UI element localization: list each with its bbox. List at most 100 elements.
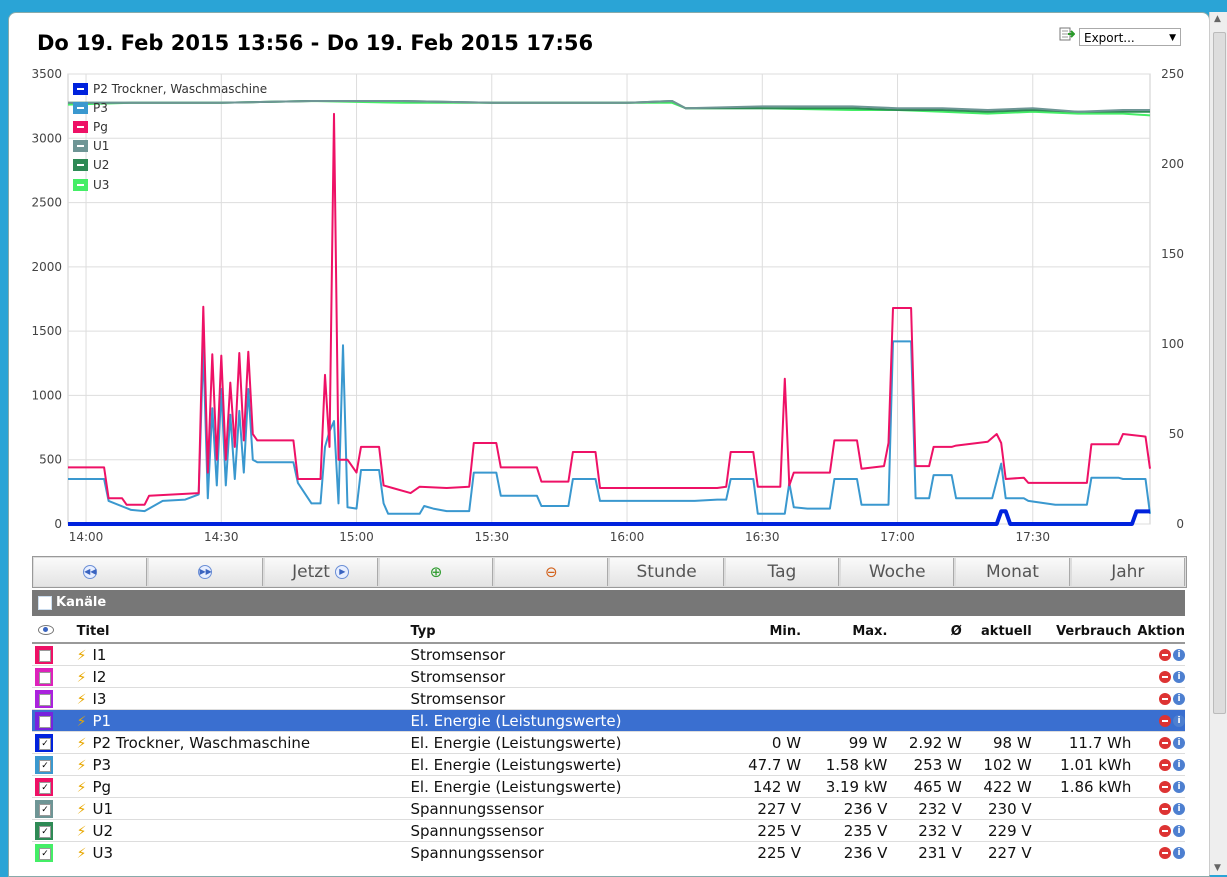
channel-max xyxy=(807,665,894,688)
scroll-down-icon[interactable]: ▼ xyxy=(1214,863,1221,873)
channel-aktuell: 229 V xyxy=(967,819,1038,842)
delete-icon[interactable] xyxy=(1159,781,1171,793)
table-row[interactable]: ⚡ P1 El. Energie (Leistungswerte) i xyxy=(32,709,1185,732)
channel-actions: i xyxy=(1137,819,1185,842)
delete-icon[interactable] xyxy=(1159,671,1171,683)
channel-verbrauch xyxy=(1037,841,1138,863)
range-hour-button[interactable]: Stunde xyxy=(610,558,724,586)
channel-avg: 2.92 W xyxy=(893,731,968,754)
nav-back-button[interactable]: ◀◀ xyxy=(34,558,148,586)
channel-checkbox[interactable]: ✓ xyxy=(39,847,51,860)
y-left-tick-label: 1000 xyxy=(31,388,62,402)
channel-max: 1.58 kW xyxy=(807,753,894,776)
visibility-header xyxy=(32,620,77,643)
channel-color-swatch xyxy=(35,689,53,708)
lightning-icon: ⚡ xyxy=(76,823,87,840)
channel-verbrauch xyxy=(1037,819,1138,842)
table-row[interactable]: ✓ ⚡ U1 Spannungssensor 227 V 236 V 232 V 230 V i xyxy=(32,797,1185,820)
table-row[interactable]: ✓ ⚡ Pg El. Energie (Leistungswerte) 142 W 3.1… xyxy=(32,775,1185,798)
channel-checkbox[interactable] xyxy=(39,715,51,728)
channels-title: Kanäle xyxy=(56,595,107,610)
channel-visibility-cell: ✓ xyxy=(32,775,77,798)
channel-checkbox[interactable]: ✓ xyxy=(39,781,51,794)
legend-item[interactable]: P3 xyxy=(73,98,267,117)
header-min[interactable]: Min. xyxy=(728,620,807,643)
channel-max: 236 V xyxy=(807,797,894,820)
range-day-button[interactable]: Tag xyxy=(725,558,840,586)
channel-title: P3 xyxy=(92,755,112,774)
channel-title: I1 xyxy=(92,645,107,664)
info-icon[interactable]: i xyxy=(1173,759,1185,771)
channel-checkbox[interactable]: ✓ xyxy=(39,825,51,838)
export-select-value: Export... xyxy=(1084,31,1135,45)
delete-icon[interactable] xyxy=(1159,759,1171,771)
eye-icon xyxy=(38,624,54,635)
info-icon[interactable]: i xyxy=(1173,693,1185,705)
delete-icon[interactable] xyxy=(1159,847,1171,859)
channel-title: P1 xyxy=(92,711,112,730)
header-max[interactable]: Max. xyxy=(807,620,893,643)
table-row[interactable]: ✓ ⚡ P3 El. Energie (Leistungswerte) 47.7 W 1.… xyxy=(32,753,1185,776)
channel-checkbox[interactable] xyxy=(39,649,51,662)
legend-item[interactable]: U2 xyxy=(73,156,267,175)
table-row[interactable]: ⚡ I1 Stromsensor i xyxy=(32,642,1185,666)
channel-title: I3 xyxy=(92,689,107,708)
channel-min: 142 W xyxy=(727,775,808,798)
zoom-in-button[interactable]: ⊕ xyxy=(379,558,494,586)
x-tick-label: 15:30 xyxy=(474,530,509,544)
info-icon[interactable]: i xyxy=(1173,847,1185,859)
header-avg[interactable]: Ø xyxy=(893,620,967,643)
table-row[interactable]: ⚡ I2 Stromsensor i xyxy=(32,665,1185,688)
delete-icon[interactable] xyxy=(1159,693,1171,705)
channel-checkbox[interactable]: ✓ xyxy=(39,803,51,816)
channels-table-body: ⚡ I1 Stromsensor i ⚡ I2 Stromsensor i ⚡ I3 Stromse… xyxy=(32,642,1185,863)
delete-icon[interactable] xyxy=(1159,737,1171,749)
channel-checkbox[interactable]: ✓ xyxy=(39,737,51,750)
legend-item[interactable]: P2 Trockner, Waschmaschine xyxy=(73,79,267,98)
channel-checkbox[interactable] xyxy=(39,671,51,684)
y-left-tick-label: 3500 xyxy=(31,67,62,81)
export-select[interactable]: Export... ▼ xyxy=(1079,28,1181,46)
table-row[interactable]: ⚡ I3 Stromsensor i xyxy=(32,687,1185,710)
table-row[interactable]: ✓ ⚡ U3 Spannungssensor 225 V 236 V 231 V 227 V i xyxy=(32,841,1185,863)
zoom-out-button[interactable]: ⊖ xyxy=(495,558,609,586)
info-icon[interactable]: i xyxy=(1173,671,1185,683)
channel-aktuell: 227 V xyxy=(967,841,1038,863)
header-typ[interactable]: Typ xyxy=(410,620,727,643)
info-icon[interactable]: i xyxy=(1173,737,1185,749)
header-aktuell[interactable]: aktuell xyxy=(968,620,1038,643)
export-icon[interactable] xyxy=(1059,27,1075,41)
info-icon[interactable]: i xyxy=(1173,715,1185,727)
vertical-scrollbar[interactable]: ▲ ▼ xyxy=(1209,12,1227,875)
delete-icon[interactable] xyxy=(1159,715,1171,727)
info-icon[interactable]: i xyxy=(1173,781,1185,793)
nav-now-button[interactable]: Jetzt ▶ xyxy=(264,558,378,586)
table-row[interactable]: ✓ ⚡ U2 Spannungssensor 225 V 235 V 232 V 229 V i xyxy=(32,819,1185,842)
channel-actions: i xyxy=(1137,775,1185,798)
legend-item[interactable]: U1 xyxy=(73,137,267,156)
delete-icon[interactable] xyxy=(1159,825,1171,837)
legend-label: P2 Trockner, Waschmaschine xyxy=(93,81,268,96)
channel-checkbox[interactable]: ✓ xyxy=(39,759,51,772)
channel-visibility-cell: ✓ xyxy=(32,819,77,842)
header-titel[interactable]: Titel xyxy=(77,620,411,643)
legend-item[interactable]: Pg xyxy=(73,117,267,136)
range-week-button[interactable]: Woche xyxy=(841,558,955,586)
range-year-button[interactable]: Jahr xyxy=(1071,558,1185,586)
info-icon[interactable]: i xyxy=(1173,803,1185,815)
table-row[interactable]: ✓ ⚡ P2 Trockner, Waschmaschine El. Energie … xyxy=(32,731,1185,754)
delete-icon[interactable] xyxy=(1159,803,1171,815)
range-month-button[interactable]: Monat xyxy=(956,558,1070,586)
channels-table: Titel Typ Min. Max. Ø aktuell Verbrauch … xyxy=(32,620,1185,863)
y-right-tick-label: 50 xyxy=(1169,427,1184,441)
header-verbrauch[interactable]: Verbrauch xyxy=(1038,620,1138,643)
legend-item[interactable]: U3 xyxy=(73,175,267,194)
info-icon[interactable]: i xyxy=(1173,825,1185,837)
legend-label: U2 xyxy=(93,158,110,173)
info-icon[interactable]: i xyxy=(1173,649,1185,661)
delete-icon[interactable] xyxy=(1159,649,1171,661)
scroll-up-icon[interactable]: ▲ xyxy=(1214,14,1221,24)
nav-forward-button[interactable]: ▶▶ xyxy=(149,558,263,586)
channel-checkbox[interactable] xyxy=(39,693,51,706)
scrollbar-thumb[interactable] xyxy=(1213,32,1226,714)
